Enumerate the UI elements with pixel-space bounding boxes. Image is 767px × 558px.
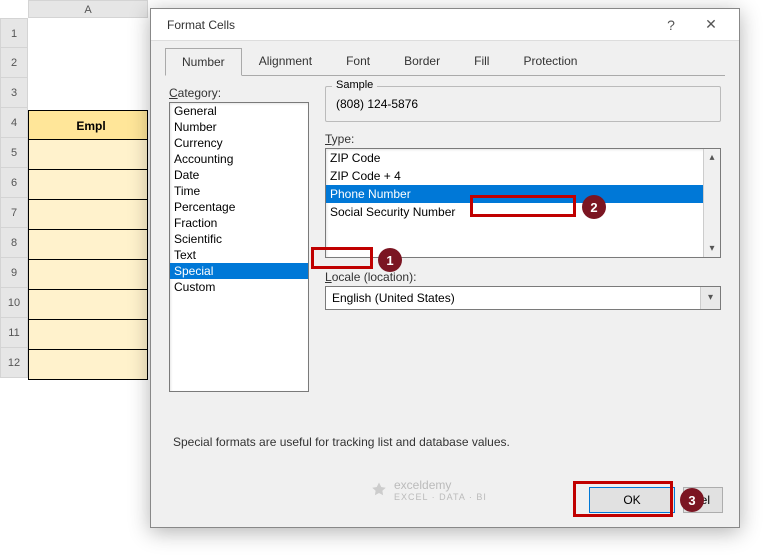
type-label: Type:	[325, 132, 721, 146]
table-cell[interactable]	[28, 230, 148, 260]
category-item-currency[interactable]: Currency	[170, 135, 308, 151]
sample-label: Sample	[332, 79, 377, 91]
scroll-down-icon[interactable]: ▾	[704, 240, 720, 257]
row-header[interactable]: 11	[0, 318, 28, 348]
row-header[interactable]: 5	[0, 138, 28, 168]
format-cells-dialog: Format Cells ? ✕ Number Alignment Font B…	[150, 8, 740, 528]
chevron-down-icon[interactable]: ▾	[700, 287, 720, 309]
category-item-special[interactable]: Special	[170, 263, 308, 279]
row-header[interactable]: 8	[0, 228, 28, 258]
type-item-phone[interactable]: Phone Number	[326, 185, 720, 203]
ok-button[interactable]: OK	[589, 487, 675, 513]
table-cell[interactable]	[28, 200, 148, 230]
tab-protection[interactable]: Protection	[506, 47, 594, 75]
category-item-time[interactable]: Time	[170, 183, 308, 199]
row-header[interactable]: 2	[0, 48, 28, 78]
locale-value: English (United States)	[332, 291, 455, 305]
locale-label: Locale (location):	[325, 270, 721, 284]
table-cell[interactable]	[28, 170, 148, 200]
row-header[interactable]: 9	[0, 258, 28, 288]
category-listbox[interactable]: General Number Currency Accounting Date …	[169, 102, 309, 392]
close-button[interactable]: ✕	[691, 11, 731, 39]
table-cell[interactable]	[28, 290, 148, 320]
type-item-zip4[interactable]: ZIP Code + 4	[326, 167, 720, 185]
category-item-general[interactable]: General	[170, 103, 308, 119]
table-header-employee[interactable]: Empl	[28, 110, 148, 140]
table-cell[interactable]	[28, 140, 148, 170]
category-item-custom[interactable]: Custom	[170, 279, 308, 295]
tab-font[interactable]: Font	[329, 47, 387, 75]
row-header[interactable]: 12	[0, 348, 28, 378]
category-item-fraction[interactable]: Fraction	[170, 215, 308, 231]
cancel-button[interactable]: ncel	[683, 487, 723, 513]
category-item-scientific[interactable]: Scientific	[170, 231, 308, 247]
tab-number[interactable]: Number	[165, 48, 242, 76]
row-header[interactable]: 1	[0, 18, 28, 48]
type-listbox[interactable]: ZIP Code ZIP Code + 4 Phone Number Socia…	[325, 148, 721, 258]
category-description: Special formats are useful for tracking …	[173, 435, 510, 449]
scroll-up-icon[interactable]: ▴	[704, 149, 720, 166]
row-header[interactable]: 7	[0, 198, 28, 228]
tab-fill[interactable]: Fill	[457, 47, 506, 75]
col-header-a[interactable]: A	[28, 0, 148, 18]
dialog-titlebar[interactable]: Format Cells ? ✕	[151, 9, 739, 41]
tab-border[interactable]: Border	[387, 47, 457, 75]
tab-alignment[interactable]: Alignment	[242, 47, 329, 75]
row-header[interactable]: 10	[0, 288, 28, 318]
type-item-zip[interactable]: ZIP Code	[326, 149, 720, 167]
row-header[interactable]: 4	[0, 108, 28, 138]
table-cell[interactable]	[28, 260, 148, 290]
dialog-tabs: Number Alignment Font Border Fill Protec…	[151, 41, 739, 75]
dialog-title: Format Cells	[159, 18, 651, 32]
type-item-ssn[interactable]: Social Security Number	[326, 203, 720, 221]
table-cell[interactable]	[28, 350, 148, 380]
help-button[interactable]: ?	[651, 11, 691, 39]
category-item-text[interactable]: Text	[170, 247, 308, 263]
sample-value: (808) 124-5876	[336, 97, 710, 111]
locale-dropdown[interactable]: English (United States) ▾	[325, 286, 721, 310]
table-cell[interactable]	[28, 320, 148, 350]
category-item-accounting[interactable]: Accounting	[170, 151, 308, 167]
sample-group: Sample (808) 124-5876	[325, 86, 721, 122]
category-item-percentage[interactable]: Percentage	[170, 199, 308, 215]
category-label: Category:	[169, 86, 309, 100]
category-item-date[interactable]: Date	[170, 167, 308, 183]
type-scrollbar[interactable]: ▴ ▾	[703, 149, 720, 257]
category-item-number[interactable]: Number	[170, 119, 308, 135]
row-header[interactable]: 6	[0, 168, 28, 198]
row-header[interactable]: 3	[0, 78, 28, 108]
row-headers: 1 2 3 4 5 6 7 8 9 10 11 12	[0, 18, 28, 378]
